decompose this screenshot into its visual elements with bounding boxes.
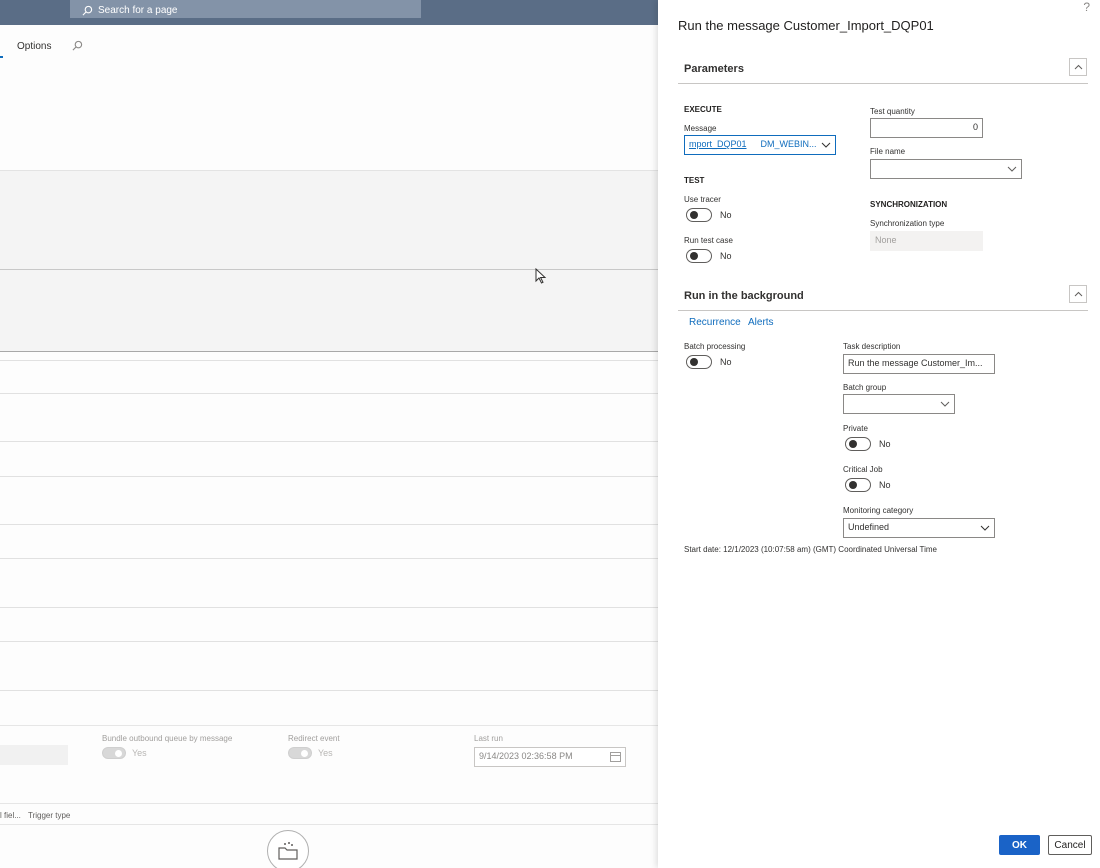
collapse-parameters-button[interactable]: [1069, 58, 1087, 76]
search-placeholder: Search for a page: [98, 5, 178, 16]
use-tracer-value: No: [720, 210, 732, 220]
critical-job-field: No: [845, 478, 891, 492]
file-name-label: File name: [870, 147, 906, 156]
global-search-box[interactable]: Search for a page: [70, 0, 421, 18]
bundle-outbound-field: Bundle outbound queue by message Yes: [102, 734, 232, 759]
critical-job-toggle[interactable]: [845, 478, 871, 492]
private-toggle[interactable]: [845, 437, 871, 451]
grid-divider: [0, 558, 658, 559]
column-header-trigger-type[interactable]: Trigger type: [28, 811, 70, 820]
tab-alerts[interactable]: Alerts: [748, 317, 774, 328]
message-lookup[interactable]: mport_DQP01 DM_WEBIN...: [684, 135, 836, 155]
action-pane: Options: [0, 25, 658, 65]
background-header-label: Run in the background: [684, 290, 804, 302]
batch-processing-label: Batch processing: [684, 342, 746, 351]
test-quantity-label: Test quantity: [870, 107, 915, 116]
bundle-outbound-value: Yes: [132, 748, 147, 758]
redirect-event-value: Yes: [318, 748, 333, 758]
message-value[interactable]: mport_DQP01: [689, 139, 747, 149]
grid-column-headers: l fiel... Trigger type: [0, 803, 658, 825]
use-tracer-field: No: [686, 208, 732, 222]
chevron-down-icon[interactable]: [940, 399, 950, 409]
batch-group-label: Batch group: [843, 383, 887, 392]
batch-processing-field: No: [686, 355, 732, 369]
synchronization-type-input: None: [870, 231, 983, 251]
tab-recurrence[interactable]: Recurrence: [689, 317, 741, 328]
use-tracer-label: Use tracer: [684, 195, 721, 204]
content-section-selected: [0, 269, 658, 352]
last-run-label: Last run: [474, 734, 503, 743]
dialog-title: Run the message Customer_Import_DQP01: [678, 18, 934, 33]
chevron-up-icon: [1074, 291, 1082, 297]
grid-divider: [0, 641, 658, 642]
chevron-down-icon[interactable]: [980, 523, 990, 533]
run-test-case-toggle[interactable]: [686, 249, 712, 263]
test-group-label: TEST: [684, 176, 705, 185]
run-test-case-field: No: [686, 249, 732, 263]
synchronization-type-label: Synchronization type: [870, 219, 945, 228]
private-label: Private: [843, 424, 868, 433]
search-icon: [82, 5, 93, 16]
collapse-background-button[interactable]: [1069, 285, 1087, 303]
ok-button[interactable]: OK: [999, 835, 1040, 855]
column-header[interactable]: l fiel...: [0, 811, 21, 820]
empty-folder-icon: [267, 830, 309, 868]
bundle-outbound-label: Bundle outbound queue by message: [102, 734, 233, 743]
run-message-dialog: ? Run the message Customer_Import_DQP01 …: [658, 0, 1100, 868]
tab-options[interactable]: Options: [17, 41, 51, 52]
action-search-icon[interactable]: [72, 40, 83, 51]
active-tab-indicator: [0, 56, 3, 58]
grid-divider: [0, 690, 658, 691]
background-page: Search for a page Options Bundle outboun…: [0, 0, 658, 868]
chevron-down-icon[interactable]: [821, 140, 831, 150]
critical-job-value: No: [879, 480, 891, 490]
grid-divider: [0, 524, 658, 525]
last-run-input[interactable]: 9/14/2023 02:36:58 PM: [474, 747, 626, 767]
mouse-cursor-icon: [535, 268, 547, 284]
monitoring-category-dropdown[interactable]: Undefined: [843, 518, 995, 538]
bundle-outbound-toggle[interactable]: [102, 747, 126, 759]
file-name-dropdown[interactable]: [870, 159, 1022, 179]
grid-divider: [0, 476, 658, 477]
grid-divider: [0, 360, 658, 361]
background-section-header[interactable]: Run in the background: [678, 281, 1088, 311]
calendar-icon[interactable]: [610, 752, 621, 762]
batch-processing-value: No: [720, 357, 732, 367]
last-run-value: 9/14/2023 02:36:58 PM: [479, 751, 573, 761]
last-run-field: Last run 9/14/2023 02:36:58 PM: [474, 734, 626, 767]
redirect-event-field: Redirect event Yes: [288, 734, 340, 759]
details-input[interactable]: [0, 745, 68, 765]
content-section-header: [0, 170, 658, 270]
synchronization-group-label: SYNCHRONIZATION: [870, 200, 948, 209]
chevron-down-icon[interactable]: [1007, 164, 1017, 174]
critical-job-label: Critical Job: [843, 465, 883, 474]
grid-divider: [0, 441, 658, 442]
use-tracer-toggle[interactable]: [686, 208, 712, 222]
batch-processing-toggle[interactable]: [686, 355, 712, 369]
chevron-up-icon: [1074, 64, 1082, 70]
top-navigation-bar: Search for a page: [0, 0, 658, 25]
monitoring-category-label: Monitoring category: [843, 506, 914, 515]
private-field: No: [845, 437, 891, 451]
start-date-text: Start date: 12/1/2023 (10:07:58 am) (GMT…: [684, 545, 938, 554]
batch-group-dropdown[interactable]: [843, 394, 955, 414]
run-test-case-value: No: [720, 251, 732, 261]
test-quantity-input[interactable]: 0: [870, 118, 983, 138]
task-description-label: Task description: [843, 342, 901, 351]
message-label: Message: [684, 124, 717, 133]
message-secondary-value: DM_WEBIN...: [760, 139, 817, 149]
monitoring-category-value: Undefined: [848, 522, 890, 532]
grid-divider: [0, 393, 658, 394]
help-icon[interactable]: ?: [1083, 0, 1090, 14]
task-description-input[interactable]: Run the message Customer_Im...: [843, 354, 995, 374]
redirect-event-label: Redirect event: [288, 734, 340, 743]
grid-divider: [0, 607, 658, 608]
private-value: No: [879, 439, 891, 449]
cancel-button[interactable]: Cancel: [1048, 835, 1092, 855]
execute-group-label: EXECUTE: [684, 105, 722, 114]
parameters-section-header[interactable]: Parameters: [678, 54, 1088, 84]
run-test-case-label: Run test case: [684, 236, 733, 245]
parameters-header-label: Parameters: [684, 63, 744, 75]
redirect-event-toggle[interactable]: [288, 747, 312, 759]
